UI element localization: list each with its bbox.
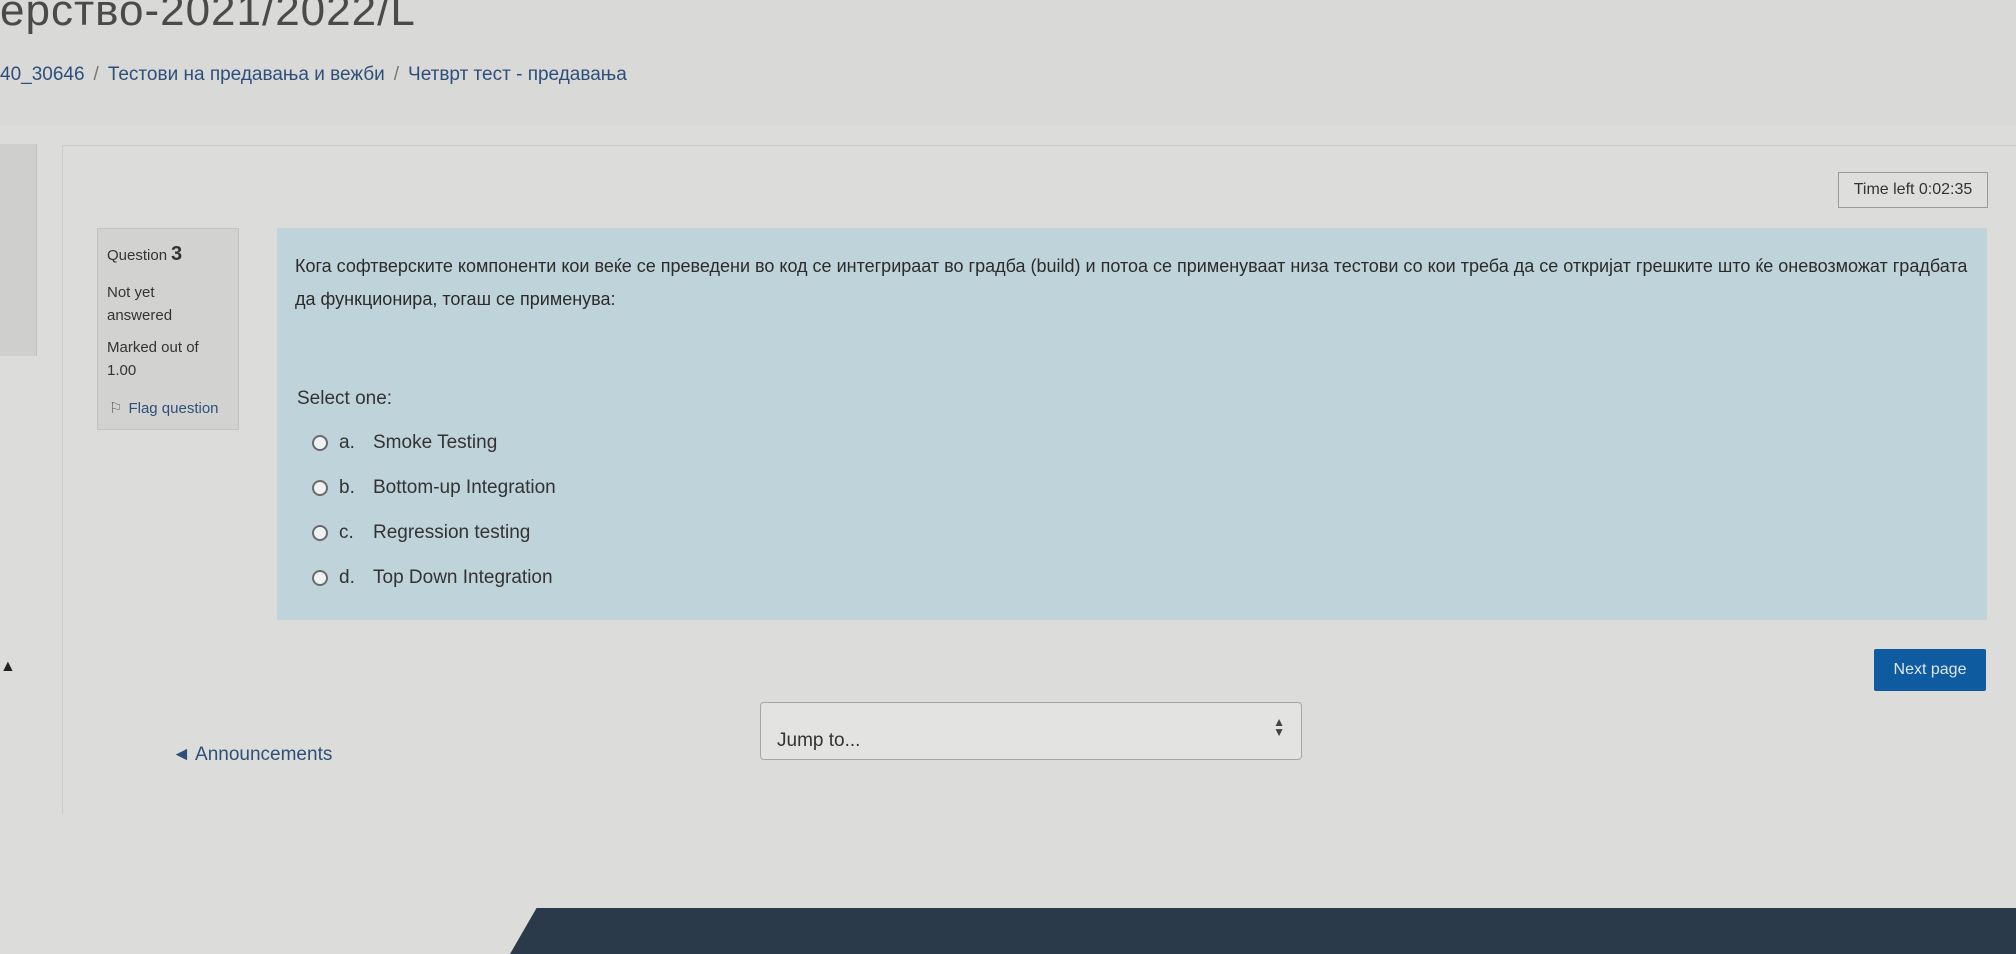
question-state: Not yet answered (107, 284, 173, 324)
question-content: Кога софтверските компоненти кои веќе се… (277, 228, 1987, 620)
option-letter: c. (339, 521, 354, 543)
question-label-text: Question (107, 247, 168, 264)
option-text[interactable]: Bottom-up Integration (373, 477, 556, 499)
jump-to-select[interactable]: Jump to... ▲ ▼ (760, 702, 1302, 760)
breadcrumb: 40_30646 / Тестови на предавања и вежби / Че… (0, 64, 627, 86)
option-text[interactable]: Top Down Integration (373, 567, 553, 589)
flag-label: Flag question (128, 400, 219, 417)
radio-button[interactable] (312, 524, 328, 541)
breadcrumb-separator: / (93, 64, 99, 85)
jump-to-value: Jump to... (777, 730, 861, 751)
cursor-icon: ▲ (0, 658, 16, 675)
radio-button[interactable] (312, 479, 328, 496)
radio-button[interactable] (312, 434, 328, 451)
option-letter: d. (339, 566, 355, 588)
answer-list: a. Smoke Testing b. Bottom-up Integratio… (312, 420, 556, 600)
flag-icon: ⚐ (109, 400, 123, 417)
question-text: Кога софтверските компоненти кои веќе се… (295, 256, 1968, 309)
option-text[interactable]: Regression testing (373, 522, 530, 544)
answer-prompt: Select one: (297, 388, 393, 409)
question-grade: Marked out of 1.00 (107, 339, 199, 379)
option-text[interactable]: Smoke Testing (373, 432, 497, 454)
option-letter: a. (339, 431, 355, 453)
breadcrumb-separator: / (393, 64, 400, 85)
previous-activity-link[interactable]: ◄ Announcements (172, 744, 332, 766)
breadcrumb-quiz[interactable]: Четврт тест - предавања (408, 64, 627, 85)
answer-option-c[interactable]: c. Regression testing (312, 510, 556, 555)
select-arrows-icon: ▲ ▼ (1273, 715, 1285, 739)
page-header: ерство-2021/2022/L 40_30646 / Тестови на п… (0, 0, 2016, 125)
answer-option-a[interactable]: a. Smoke Testing (312, 420, 556, 465)
breadcrumb-section[interactable]: Тестови на предавања и вежби (108, 64, 385, 85)
next-page-button[interactable]: Next page (1874, 649, 1986, 691)
course-title: ерство-2021/2022/L (0, 0, 416, 35)
taskbar-edge (510, 908, 2016, 954)
breadcrumb-course[interactable]: 40_30646 (0, 64, 85, 85)
quiz-timer: Time left 0:02:35 (1838, 172, 1988, 208)
quiz-navigation-drawer[interactable] (0, 144, 37, 356)
question-number: 3 (171, 243, 183, 265)
option-letter: b. (339, 476, 355, 498)
question-info: Question 3 Not yet answered Marked out of… (97, 228, 239, 430)
question-label: Question 3 (107, 243, 182, 266)
flag-question-link[interactable]: ⚐ Flag question (109, 399, 219, 417)
answer-option-d[interactable]: d. Top Down Integration (312, 555, 556, 600)
radio-button[interactable] (312, 569, 328, 586)
answer-option-b[interactable]: b. Bottom-up Integration (312, 465, 556, 510)
